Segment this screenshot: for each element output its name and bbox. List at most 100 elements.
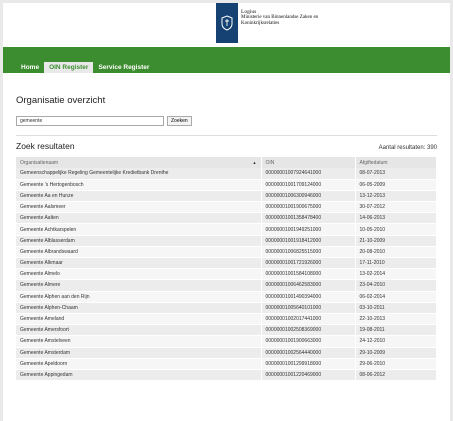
organisation-name-cell: Gemeente Albrandswaard	[16, 246, 262, 259]
oin-cell: 00000001001358478400	[261, 212, 356, 225]
organisation-name-cell: Gemeente Aalsmeer	[16, 201, 262, 214]
logo-text: Logius Ministerie van Binnenlandse Zaken…	[241, 9, 341, 28]
issue-date-cell: 19-08-2011	[355, 324, 437, 337]
issue-date-cell: 06-02-2014	[355, 291, 437, 303]
table-row[interactable]: Gemeente Aalten 00000001001358478400 14-06…	[16, 212, 437, 225]
table-row[interactable]: Gemeente Achtkarspelen 000000010019492510…	[16, 223, 437, 236]
table-row[interactable]: Gemeente Alphen-Chaam 0000000100564010100…	[16, 302, 437, 314]
table-row[interactable]: Gemeente Apeldoorn 00000001001299918000 29…	[16, 358, 437, 370]
table-row[interactable]: Gemeente Alphen aan den Rijn 000000010014…	[16, 291, 437, 303]
table-row[interactable]: Gemeente Aalsmeer 00000001001900675000 30-…	[16, 201, 437, 214]
organisation-name-cell: Gemeente Aa en Hunze	[16, 190, 262, 203]
organisation-name-cell: Gemeenschappelijke Regeling Gemeentelijk…	[16, 168, 262, 180]
oin-cell: 00000001001949251000	[261, 223, 356, 236]
results-table: Organisatienaam ▲ OIN Afgiftedatum Gemeen…	[16, 157, 437, 382]
oin-cell: 00000001007924641000	[261, 168, 356, 180]
results-count: Aantal resultaten: 390	[378, 145, 437, 151]
organisation-name-cell: Gemeente Almere	[16, 279, 262, 292]
divider	[16, 135, 437, 136]
column-header-oin[interactable]: OIN	[261, 157, 356, 168]
table-row[interactable]: Gemeente Amstelveen 00000001001900663000 2…	[16, 335, 437, 348]
oin-cell: 00000001002017441000	[261, 313, 356, 326]
issue-date-cell: 29-06-2010	[355, 358, 437, 370]
table-row[interactable]: Gemeente Ameland 00000001002017441000 22-1…	[16, 313, 437, 326]
table-header-row: Organisatienaam ▲ OIN Afgiftedatum	[16, 157, 437, 168]
oin-cell: 00000001002564440000	[261, 347, 356, 359]
table-row[interactable]: Gemeente Albrandswaard 000000010068255150…	[16, 246, 437, 259]
logo-bar	[216, 3, 238, 43]
issue-date-cell: 21-10-2009	[355, 235, 437, 247]
oin-cell: 00000001001220469000	[261, 369, 356, 382]
main-nav: Home OIN Register Service Register	[16, 62, 154, 73]
page: Logius Ministerie van Binnenlandse Zaken…	[3, 3, 450, 421]
organisation-name-cell: Gemeente Aalten	[16, 212, 262, 225]
nav-oin-register[interactable]: OIN Register	[44, 62, 94, 73]
oin-cell: 00000001001900663000	[261, 335, 356, 348]
oin-cell: 00000001006300946000	[261, 190, 356, 203]
issue-date-cell: 08-07-2013	[355, 168, 437, 180]
column-header-organisatienaam[interactable]: Organisatienaam ▲	[16, 157, 262, 168]
organisation-name-cell: Gemeente Amersfoort	[16, 324, 262, 337]
organisation-name-cell: Gemeente Achtkarspelen	[16, 223, 262, 236]
issue-date-cell: 03-10-2011	[355, 302, 437, 314]
issue-date-cell: 23-04-2010	[355, 279, 437, 292]
logo-line3: Koninkrijksrelaties	[241, 21, 280, 27]
table-row[interactable]: Gemeente Alkmaar 00000001001721926000 17-1…	[16, 257, 437, 270]
search-button[interactable]: Zoeken	[167, 116, 192, 126]
oin-cell: 00000001001299918000	[261, 358, 356, 370]
nav-home[interactable]: Home	[16, 62, 44, 73]
organisation-name-cell: Gemeente Alphen aan den Rijn	[16, 291, 262, 303]
organisation-name-cell: Gemeente Amsterdam	[16, 347, 262, 359]
nav-service-register[interactable]: Service Register	[93, 62, 154, 73]
crest-icon	[221, 15, 233, 31]
oin-cell: 00000001006462583000	[261, 279, 356, 292]
logo[interactable]: Logius Ministerie van Binnenlandse Zaken…	[216, 3, 341, 47]
oin-cell: 00000001001709124000	[261, 179, 356, 191]
organisation-name-cell: Gemeente Alphen-Chaam	[16, 302, 262, 314]
sort-desc-icon[interactable]: ▲	[253, 160, 257, 165]
table-body: Gemeenschappelijke Regeling Gemeentelijk…	[16, 168, 437, 382]
oin-cell: 00000001005640101000	[261, 302, 356, 314]
oin-cell: 00000001001900675000	[261, 201, 356, 214]
organisation-name-cell: Gemeente 's Hertogenbosch	[16, 179, 262, 191]
table-row[interactable]: Gemeente Aa en Hunze 00000001006300946000…	[16, 190, 437, 203]
issue-date-cell: 08-06-2012	[355, 369, 437, 382]
issue-date-cell: 20-08-2010	[355, 246, 437, 259]
table-row[interactable]: Gemeente Almelo 00000001001584108000 13-02…	[16, 268, 437, 281]
results-title: Zoek resultaten	[16, 141, 75, 151]
table-row[interactable]: Gemeente Almere 00000001006462583000 23-04…	[16, 279, 437, 292]
oin-cell: 00000001001490394000	[261, 291, 356, 303]
column-header-afgiftedatum[interactable]: Afgiftedatum	[355, 157, 437, 168]
issue-date-cell: 29-10-2009	[355, 347, 437, 359]
table-row[interactable]: Gemeente Appingedam 00000001001220469000 0…	[16, 369, 437, 382]
issue-date-cell: 10-05-2010	[355, 223, 437, 236]
organisation-name-cell: Gemeente Appingedam	[16, 369, 262, 382]
issue-date-cell: 14-06-2013	[355, 212, 437, 225]
navbar: Home OIN Register Service Register	[3, 47, 450, 73]
oin-cell: 00000001001584108000	[261, 268, 356, 281]
table-row[interactable]: Gemeente Amsterdam 00000001002564440000 29…	[16, 347, 437, 359]
issue-date-cell: 17-11-2010	[355, 257, 437, 270]
issue-date-cell: 13-12-2013	[355, 190, 437, 203]
table-row[interactable]: Gemeente Alblasserdam 0000000100191841200…	[16, 235, 437, 247]
organisation-name-cell: Gemeente Alkmaar	[16, 257, 262, 270]
organisation-name-cell: Gemeente Amstelveen	[16, 335, 262, 348]
page-title: Organisatie overzicht	[16, 95, 106, 106]
results-header: Zoek resultaten Aantal resultaten: 390	[16, 141, 437, 151]
search-form: Zoeken	[16, 116, 437, 126]
oin-cell: 00000001001721926000	[261, 257, 356, 270]
issue-date-cell: 13-02-2014	[355, 268, 437, 281]
search-input[interactable]	[16, 116, 164, 126]
main-content: Organisatie overzicht Zoeken Zoek result…	[3, 95, 450, 382]
header: Logius Ministerie van Binnenlandse Zaken…	[3, 3, 450, 47]
organisation-name-cell: Gemeente Apeldoorn	[16, 358, 262, 370]
oin-cell: 00000001001918412000	[261, 235, 356, 247]
issue-date-cell: 24-12-2010	[355, 335, 437, 348]
oin-cell: 00000001002508369000	[261, 324, 356, 337]
table-row[interactable]: Gemeenschappelijke Regeling Gemeentelijk…	[16, 168, 437, 180]
table-row[interactable]: Gemeente 's Hertogenbosch 000000010017091…	[16, 179, 437, 191]
issue-date-cell: 30-07-2012	[355, 201, 437, 214]
table-row[interactable]: Gemeente Amersfoort 00000001002508369000 1…	[16, 324, 437, 337]
organisation-name-cell: Gemeente Almelo	[16, 268, 262, 281]
organisation-name-cell: Gemeente Alblasserdam	[16, 235, 262, 247]
